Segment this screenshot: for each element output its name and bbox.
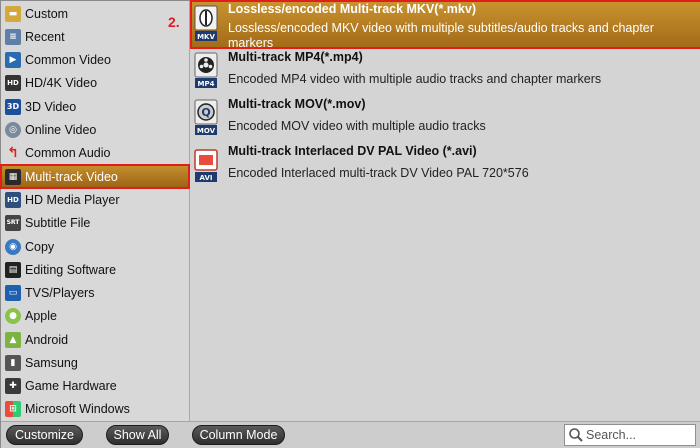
format-picker-window: ▬ Custom ≡ Recent ▶ Common Video HD HD/4… bbox=[0, 0, 700, 448]
sidebar-item-copy[interactable]: ◉ Copy bbox=[1, 235, 189, 258]
globe-icon: ◎ bbox=[5, 121, 21, 138]
3d-icon: 3D bbox=[5, 98, 21, 115]
copy-icon: ◉ bbox=[5, 238, 21, 255]
search-input[interactable] bbox=[586, 428, 694, 442]
format-list: MKV Lossless/encoded Multi-track MKV(*.m… bbox=[190, 0, 700, 421]
sidebar-item-label: HD Media Player bbox=[25, 192, 120, 207]
sidebar-item-editing-software[interactable]: ▤ Editing Software bbox=[1, 258, 189, 281]
sidebar-item-hd-4k-video[interactable]: HD HD/4K Video bbox=[1, 71, 189, 94]
mkv-icon: MKV bbox=[194, 5, 218, 41]
format-item-avi[interactable]: AVI Multi-track Interlaced DV PAL Video … bbox=[191, 142, 700, 189]
format-item-mkv[interactable]: MKV Lossless/encoded Multi-track MKV(*.m… bbox=[190, 0, 700, 50]
sidebar-item-label: Copy bbox=[25, 239, 55, 254]
sidebar-item-custom[interactable]: ▬ Custom bbox=[1, 2, 189, 25]
search-box[interactable] bbox=[564, 424, 696, 446]
mp4-icon: MP4 bbox=[194, 52, 218, 88]
sidebar-item-label: Recent bbox=[25, 29, 65, 44]
mov-icon-text: MOV bbox=[197, 127, 216, 135]
show-all-button[interactable]: Show All bbox=[106, 425, 169, 445]
customize-button[interactable]: Customize bbox=[6, 425, 83, 445]
sidebar-item-game-hardware[interactable]: ✚ Game Hardware bbox=[1, 374, 189, 397]
clapboard-icon: ▤ bbox=[5, 261, 21, 278]
sidebar-item-label: Multi-track Video bbox=[25, 169, 118, 184]
sidebar-item-label: TVS/Players bbox=[25, 285, 95, 300]
sidebar-item-label: Subtitle File bbox=[25, 215, 91, 230]
custom-folder-icon: ▬ bbox=[5, 5, 21, 22]
sidebar-item-label: Custom bbox=[25, 6, 69, 21]
windows-icon: ⊞ bbox=[5, 400, 21, 417]
sidebar-item-label: Online Video bbox=[25, 122, 97, 137]
sidebar-item-label: Common Video bbox=[25, 52, 111, 67]
sidebar-item-label: Android bbox=[25, 332, 69, 347]
subtitle-icon: SRT bbox=[5, 214, 21, 231]
sidebar-item-multi-track-video[interactable]: ▦ Multi-track Video bbox=[0, 164, 190, 189]
sidebar-item-subtitle-file[interactable]: SRT Subtitle File bbox=[1, 211, 189, 234]
sidebar-item-label: HD/4K Video bbox=[25, 75, 98, 90]
sidebar-item-hd-media-player[interactable]: HD HD Media Player bbox=[1, 188, 189, 211]
sidebar-item-recent[interactable]: ≡ Recent bbox=[1, 25, 189, 48]
format-item-mov[interactable]: Q MOV Multi-track MOV(*.mov) Encoded MOV… bbox=[191, 95, 700, 142]
samsung-phone-icon: ▮ bbox=[5, 354, 21, 371]
audio-arrow-icon: ↰ bbox=[7, 144, 19, 161]
sidebar-item-samsung[interactable]: ▮ Samsung bbox=[1, 351, 189, 374]
format-description: Encoded Interlaced multi-track DV Video … bbox=[228, 166, 529, 180]
sidebar-item-tvs-players[interactable]: ▭ TVS/Players bbox=[1, 281, 189, 304]
sidebar-item-label: Editing Software bbox=[25, 262, 117, 277]
sidebar-item-label: Microsoft Windows bbox=[25, 401, 130, 416]
sidebar-item-android[interactable]: ▲ Android bbox=[1, 328, 189, 351]
tv-icon: ▭ bbox=[5, 284, 21, 301]
sidebar-item-online-video[interactable]: ◎ Online Video bbox=[1, 118, 189, 141]
sidebar-item-label: Common Audio bbox=[25, 145, 111, 160]
format-description: Lossless/encoded MKV video with multiple… bbox=[228, 21, 654, 50]
apple-icon: ● bbox=[5, 307, 21, 324]
android-icon: ▲ bbox=[5, 331, 21, 348]
format-description: Encoded MOV video with multiple audio tr… bbox=[228, 119, 486, 133]
format-title: Multi-track MOV(*.mov) bbox=[228, 97, 366, 111]
format-description: Encoded MP4 video with multiple audio tr… bbox=[228, 72, 602, 86]
sidebar-item-common-video[interactable]: ▶ Common Video bbox=[1, 48, 189, 71]
search-icon bbox=[569, 428, 583, 442]
format-title: Multi-track MP4(*.mp4) bbox=[228, 50, 363, 64]
mp4-icon-text: MP4 bbox=[198, 80, 215, 88]
hd-player-icon: HD bbox=[5, 191, 21, 208]
film-icon: ▶ bbox=[5, 51, 21, 68]
sidebar-item-common-audio[interactable]: ↰ Common Audio bbox=[1, 141, 189, 164]
category-sidebar: ▬ Custom ≡ Recent ▶ Common Video HD HD/4… bbox=[0, 1, 190, 421]
sidebar-item-microsoft-windows[interactable]: ⊞ Microsoft Windows bbox=[1, 397, 189, 420]
sidebar-item-label: Samsung bbox=[25, 355, 78, 370]
recent-list-icon: ≡ bbox=[5, 28, 21, 45]
sidebar-item-3d-video[interactable]: 3D 3D Video bbox=[1, 95, 189, 118]
format-title: Lossless/encoded Multi-track MKV(*.mkv) bbox=[228, 2, 476, 16]
sidebar-item-label: Apple bbox=[25, 308, 57, 323]
format-item-mp4[interactable]: MP4 Multi-track MP4(*.mp4) Encoded MP4 v… bbox=[191, 48, 700, 95]
sidebar-item-label: Game Hardware bbox=[25, 378, 117, 393]
sidebar-item-apple[interactable]: ● Apple bbox=[1, 304, 189, 327]
avi-icon: AVI bbox=[194, 149, 218, 182]
step-annotation: 2. bbox=[168, 14, 180, 30]
avi-icon-text: AVI bbox=[200, 174, 213, 182]
sidebar-item-label: 3D Video bbox=[25, 99, 77, 114]
mov-icon: Q MOV bbox=[194, 99, 218, 135]
format-title: Multi-track Interlaced DV PAL Video (*.a… bbox=[228, 144, 477, 158]
filmstrip-icon: ▦ bbox=[5, 168, 21, 185]
gamepad-icon: ✚ bbox=[5, 377, 21, 394]
mkv-icon-text: MKV bbox=[197, 33, 215, 41]
column-mode-button[interactable]: Column Mode bbox=[192, 425, 285, 445]
bottom-toolbar: Customize Show All Column Mode bbox=[1, 421, 700, 448]
hd-icon: HD bbox=[5, 74, 21, 91]
quicktime-q-glyph: Q bbox=[201, 106, 210, 119]
